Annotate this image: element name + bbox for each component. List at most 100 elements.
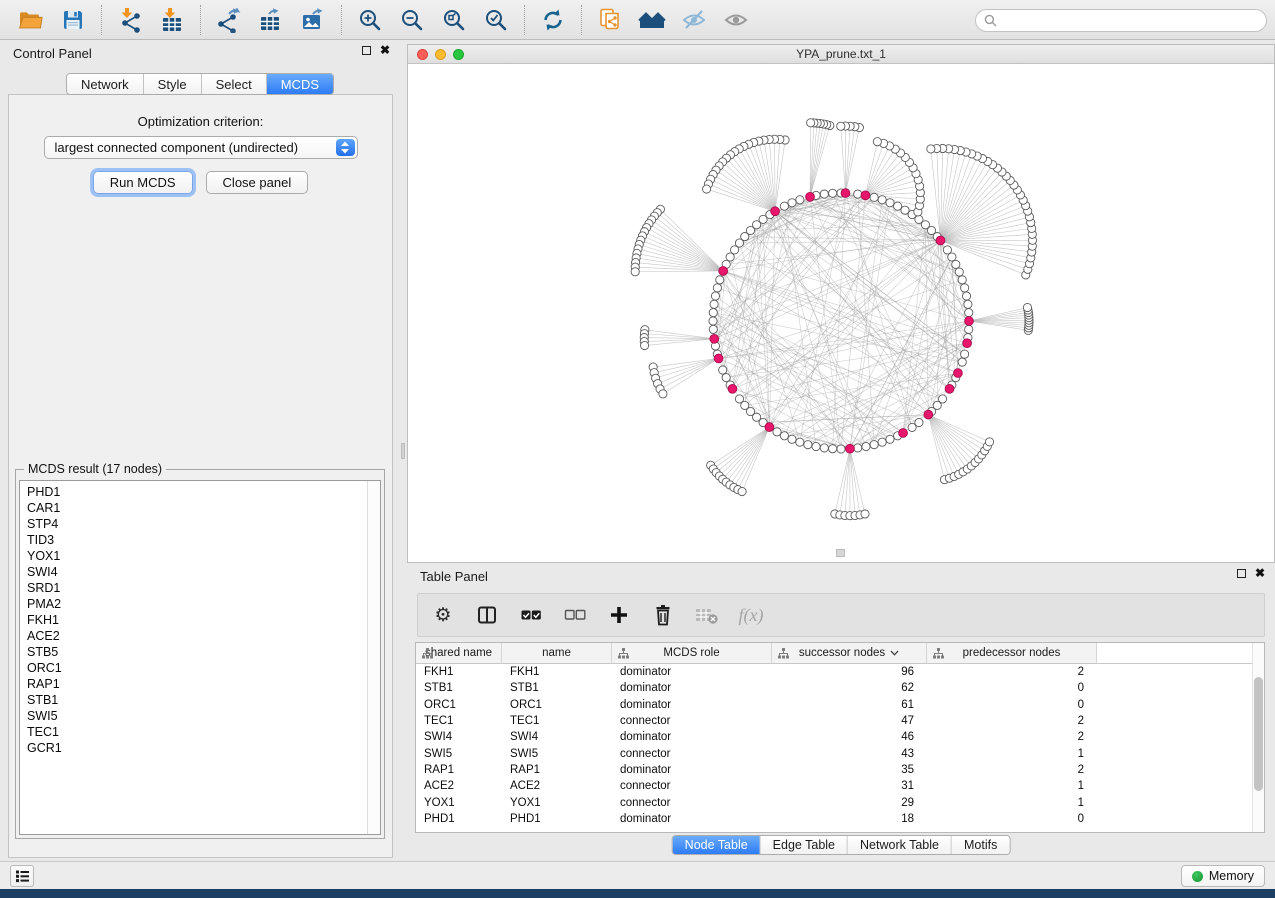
mcds-result-item[interactable]: STB1 (27, 692, 380, 708)
network-graph[interactable] (408, 64, 1274, 562)
mcds-result-list[interactable]: PHD1CAR1STP4TID3YOX1SWI4SRD1PMA2FKH1ACE2… (19, 480, 381, 835)
deselect-all-icon[interactable] (563, 603, 587, 627)
mcds-result-item[interactable]: SWI5 (27, 708, 380, 724)
network-title: YPA_prune.txt_1 (796, 47, 886, 61)
table-row[interactable]: ORC1ORC1dominator610 (416, 697, 1264, 713)
mcds-result-item[interactable]: ORC1 (27, 660, 380, 676)
minimize-traffic-light[interactable] (435, 49, 446, 60)
tab-select[interactable]: Select (202, 74, 267, 94)
mcds-result-item[interactable]: SWI4 (27, 564, 380, 580)
vertical-splitter[interactable] (400, 40, 407, 861)
mcds-result-item[interactable]: PMA2 (27, 596, 380, 612)
toolbar-separator (581, 5, 582, 35)
birdseye-handle[interactable] (836, 549, 845, 557)
cell-successor-nodes: 47 (772, 715, 927, 727)
export-image-icon[interactable] (299, 6, 327, 34)
mcds-result-item[interactable]: TID3 (27, 532, 380, 548)
mcds-result-item[interactable]: GCR1 (27, 740, 380, 756)
close-panel-icon[interactable]: ✖ (380, 45, 390, 55)
column-header-shared-name[interactable]: shared name (416, 643, 502, 663)
cell-MCDS-role: connector (612, 748, 772, 760)
mcds-result-item[interactable]: FKH1 (27, 612, 380, 628)
add-column-icon[interactable] (607, 603, 631, 627)
table-row[interactable]: SWI5SWI5connector431 (416, 745, 1264, 761)
hide-selected-icon[interactable] (680, 6, 708, 34)
mcds-result-item[interactable]: STP4 (27, 516, 380, 532)
open-session-icon[interactable] (17, 6, 45, 34)
show-columns-icon[interactable] (475, 603, 499, 627)
close-table-panel-icon[interactable]: ✖ (1255, 568, 1265, 578)
splitter-grip[interactable] (401, 443, 405, 459)
show-all-icon[interactable] (722, 6, 750, 34)
tab-style[interactable]: Style (144, 74, 202, 94)
network-canvas[interactable] (408, 64, 1274, 562)
cell-successor-nodes: 96 (772, 666, 927, 678)
zoom-out-icon[interactable] (398, 6, 426, 34)
toolbar-separator (200, 5, 201, 35)
tab-motifs[interactable]: Motifs (952, 836, 1009, 854)
float-table-panel-icon[interactable] (1237, 569, 1246, 578)
mcds-list-scrollbar[interactable] (367, 481, 380, 834)
tab-mcds[interactable]: MCDS (267, 74, 333, 94)
table-row[interactable]: RAP1RAP1dominator352 (416, 762, 1264, 778)
table-scrollbar-thumb[interactable] (1254, 677, 1263, 791)
run-mcds-button[interactable]: Run MCDS (93, 171, 193, 194)
column-header-name[interactable]: name (502, 643, 612, 663)
column-header-successor-nodes[interactable]: successor nodes (772, 643, 927, 663)
import-table-icon[interactable] (158, 6, 186, 34)
table-row[interactable]: YOX1YOX1connector291 (416, 794, 1264, 810)
close-traffic-light[interactable] (417, 49, 428, 60)
table-settings-icon[interactable]: ⚙ (431, 603, 455, 627)
cell-name: SWI5 (502, 748, 612, 760)
cell-successor-nodes: 61 (772, 699, 927, 711)
criterion-dropdown[interactable]: largest connected component (undirected) (44, 136, 358, 159)
zoom-fit-icon[interactable] (440, 6, 468, 34)
table-row[interactable]: ACE2ACE2connector311 (416, 778, 1264, 794)
list-icon (15, 869, 30, 883)
show-panels-button[interactable] (10, 865, 34, 887)
export-network-icon[interactable] (215, 6, 243, 34)
import-network-icon[interactable] (116, 6, 144, 34)
table-row[interactable]: STB1STB1dominator620 (416, 680, 1264, 696)
tab-network-table[interactable]: Network Table (848, 836, 952, 854)
network-titlebar[interactable]: YPA_prune.txt_1 (408, 45, 1274, 64)
table-row[interactable]: TEC1TEC1connector472 (416, 713, 1264, 729)
table-row[interactable]: SWI4SWI4dominator462 (416, 729, 1264, 745)
tab-network[interactable]: Network (67, 74, 144, 94)
column-header-predecessor-nodes[interactable]: predecessor nodes (927, 643, 1097, 663)
zoom-selected-icon[interactable] (482, 6, 510, 34)
float-panel-icon[interactable] (362, 46, 371, 55)
delete-column-icon[interactable] (651, 603, 675, 627)
close-panel-button[interactable]: Close panel (206, 171, 309, 194)
cell-successor-nodes: 35 (772, 764, 927, 776)
control-panel-tabs: NetworkStyleSelectMCDS (66, 73, 334, 95)
mcds-result-item[interactable]: YOX1 (27, 548, 380, 564)
save-session-icon[interactable] (59, 6, 87, 34)
mcds-result-item[interactable]: STB5 (27, 644, 380, 660)
cell-MCDS-role: dominator (612, 731, 772, 743)
mcds-result-item[interactable]: RAP1 (27, 676, 380, 692)
duplicate-network-icon[interactable] (596, 6, 624, 34)
first-neighbors-icon[interactable] (638, 6, 666, 34)
refresh-icon[interactable] (539, 6, 567, 34)
table-row[interactable]: FKH1FKH1dominator962 (416, 664, 1264, 680)
mcds-result-item[interactable]: PHD1 (27, 484, 380, 500)
mcds-result-item[interactable]: CAR1 (27, 500, 380, 516)
memory-button[interactable]: Memory (1181, 865, 1265, 887)
table-row[interactable]: PHD1PHD1dominator180 (416, 811, 1264, 827)
zoom-in-icon[interactable] (356, 6, 384, 34)
zoom-traffic-light[interactable] (453, 49, 464, 60)
search-box[interactable] (975, 9, 1267, 32)
cell-MCDS-role: dominator (612, 764, 772, 776)
column-header-MCDS-role[interactable]: MCDS role (612, 643, 772, 663)
tab-edge-table[interactable]: Edge Table (761, 836, 848, 854)
export-table-icon[interactable] (257, 6, 285, 34)
mcds-result-item[interactable]: TEC1 (27, 724, 380, 740)
mcds-result-item[interactable]: ACE2 (27, 628, 380, 644)
tab-node-table[interactable]: Node Table (673, 836, 761, 854)
table-scrollbar[interactable] (1252, 643, 1264, 832)
table-panel-title: Table Panel (420, 569, 488, 584)
mcds-result-item[interactable]: SRD1 (27, 580, 380, 596)
select-all-icon[interactable] (519, 603, 543, 627)
search-input[interactable] (1002, 14, 1242, 28)
